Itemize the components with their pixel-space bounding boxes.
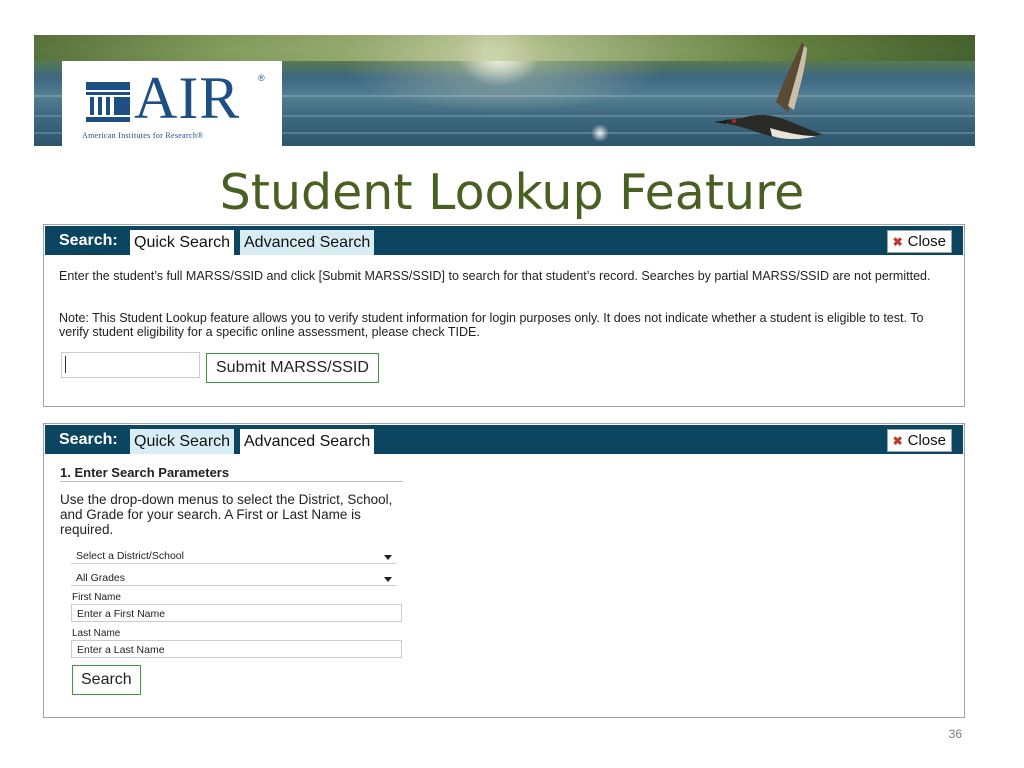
air-logo: AIR ® American Institutes for Research® xyxy=(62,61,282,146)
search-label: Search: xyxy=(59,431,118,448)
panel-header-bar: Search: Quick Search Advanced Search ✖ Cl… xyxy=(45,226,963,255)
slide-title: Student Lookup Feature xyxy=(219,164,805,221)
submit-ssid-button[interactable]: Submit MARSS/SSID xyxy=(206,353,379,383)
district-select-value: Select a District/School xyxy=(76,550,184,562)
grade-select[interactable]: All Grades xyxy=(71,571,396,586)
tab-quick-search[interactable]: Quick Search xyxy=(130,429,235,454)
chevron-down-icon xyxy=(384,555,392,560)
search-label: Search: xyxy=(59,232,118,249)
first-name-field[interactable]: Enter a First Name xyxy=(71,604,402,622)
chevron-down-icon xyxy=(384,577,392,582)
close-icon: ✖ xyxy=(892,235,903,249)
section-heading: 1. Enter Search Parameters xyxy=(60,465,230,480)
header-banner: AIR ® American Institutes for Research® xyxy=(34,35,975,146)
logo-registered-mark: ® xyxy=(258,73,265,83)
close-icon: ✖ xyxy=(892,434,903,448)
grade-select-value: All Grades xyxy=(76,572,126,584)
text-caret xyxy=(65,356,66,373)
sun-glint xyxy=(591,124,609,142)
quick-search-instructions: Enter the student’s full MARSS/SSID and … xyxy=(59,269,931,283)
close-label: Close xyxy=(907,432,946,449)
last-name-field[interactable]: Enter a Last Name xyxy=(71,640,402,658)
page-number: 36 xyxy=(948,727,962,741)
first-name-label: First Name xyxy=(72,592,121,603)
ssid-input[interactable] xyxy=(61,352,200,378)
logo-subtitle: American Institutes for Research® xyxy=(82,131,204,140)
advanced-search-instructions: Use the drop-down menus to select the Di… xyxy=(60,492,393,537)
tab-advanced-search[interactable]: Advanced Search xyxy=(240,230,375,255)
tab-quick-search[interactable]: Quick Search xyxy=(130,230,235,255)
logo-wordmark: AIR xyxy=(134,65,241,131)
close-label: Close xyxy=(907,233,946,250)
loon-bird-image xyxy=(714,42,822,139)
panel-header-bar: Search: Quick Search Advanced Search ✖ Cl… xyxy=(45,425,963,454)
quick-search-note: Note: This Student Lookup feature allows… xyxy=(59,311,924,339)
last-name-label: Last Name xyxy=(72,628,121,639)
district-school-select[interactable]: Select a District/School xyxy=(71,549,396,564)
close-button[interactable]: ✖ Close xyxy=(886,429,952,452)
building-icon xyxy=(86,82,130,122)
search-button[interactable]: Search xyxy=(72,665,141,695)
advanced-search-panel: Search: Quick Search Advanced Search ✖ Cl… xyxy=(43,423,965,718)
tab-advanced-search[interactable]: Advanced Search xyxy=(240,429,375,454)
section-divider xyxy=(60,481,403,482)
close-button[interactable]: ✖ Close xyxy=(886,230,952,253)
quick-search-panel: Search: Quick Search Advanced Search ✖ Cl… xyxy=(43,224,965,407)
